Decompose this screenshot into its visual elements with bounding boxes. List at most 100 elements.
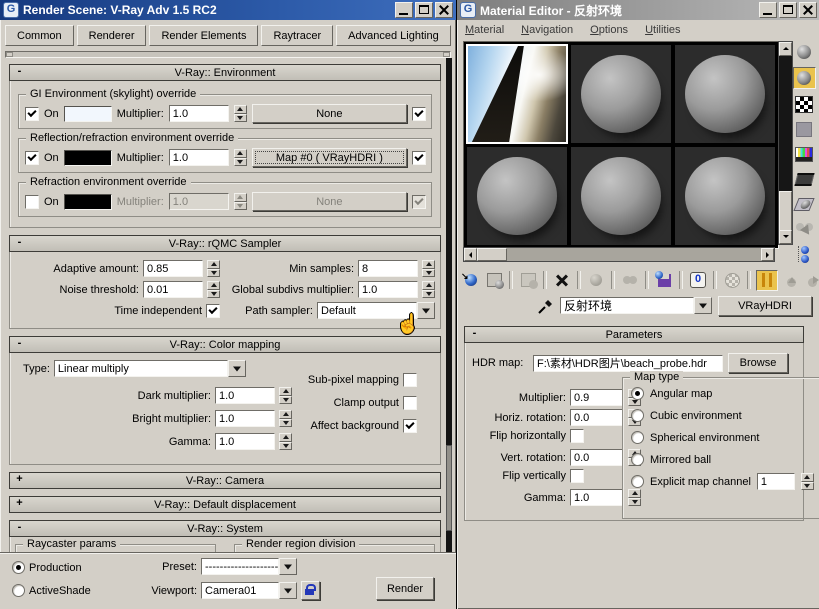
collapse-icon[interactable]: - (14, 66, 25, 77)
sample-slot[interactable] (570, 44, 672, 144)
hdr-map-path-field[interactable]: F:\素材\HDR图片\beach_probe.hdr (533, 355, 723, 372)
gi-on-checkbox[interactable] (25, 107, 39, 121)
tab-renderer[interactable]: Renderer (77, 25, 147, 46)
preset-dropdown[interactable]: ------------------------ (201, 558, 297, 575)
bright-multiplier-field[interactable]: 1.0 (215, 410, 275, 427)
bright-multiplier-spinner[interactable] (279, 410, 292, 427)
make-unique-icon[interactable] (620, 271, 640, 290)
maximize-icon[interactable] (779, 2, 797, 18)
sample-uv-tiling-icon[interactable] (794, 119, 815, 139)
make-material-copy-icon[interactable] (586, 271, 606, 290)
tab-advanced-lighting[interactable]: Advanced Lighting (336, 25, 451, 46)
gamma-spinner[interactable] (279, 433, 292, 450)
color-mapping-type-dropdown[interactable]: Linear multiply (54, 360, 246, 377)
expand-icon[interactable]: + (14, 498, 25, 509)
explicit-map-channel-radio[interactable] (631, 475, 644, 488)
material-map-navigator-icon[interactable] (794, 244, 815, 264)
material-type-button[interactable]: VRayHDRI (718, 296, 812, 316)
go-forward-to-sibling-icon[interactable] (804, 271, 819, 290)
gi-use-map-checkbox[interactable] (412, 107, 426, 121)
close-icon[interactable] (435, 2, 453, 18)
lock-icon[interactable] (301, 581, 320, 600)
refraction-map-button[interactable]: None (252, 192, 407, 211)
material-editor-titlebar[interactable]: G Material Editor - 反射环境 (457, 0, 819, 20)
map-channel-field[interactable]: 1 (757, 473, 795, 490)
material-id-channel-icon[interactable]: 0 (688, 271, 708, 290)
clamp-output-checkbox[interactable] (403, 396, 417, 410)
background-icon[interactable] (794, 94, 815, 114)
global-subdivs-field[interactable]: 1.0 (358, 281, 418, 298)
chevron-down-icon[interactable] (279, 558, 297, 575)
minimize-icon[interactable] (759, 2, 777, 18)
video-color-check-icon[interactable] (794, 144, 815, 164)
reflection-color-swatch[interactable] (64, 150, 112, 166)
chevron-down-icon[interactable] (279, 582, 297, 599)
minimize-icon[interactable] (395, 2, 413, 18)
menu-navigation[interactable]: Navigation (521, 24, 573, 36)
sample-slot[interactable] (466, 146, 568, 246)
render-scene-titlebar[interactable]: G Render Scene: V-Ray Adv 1.5 RC2 (0, 0, 456, 20)
tab-common[interactable]: Common (5, 25, 74, 46)
affect-background-checkbox[interactable] (403, 419, 417, 433)
go-to-parent-icon[interactable] (781, 271, 801, 290)
adaptive-amount-field[interactable]: 0.85 (143, 260, 203, 277)
collapse-icon[interactable]: - (14, 237, 25, 248)
chevron-down-icon[interactable] (228, 360, 246, 377)
close-icon[interactable] (799, 2, 817, 18)
select-by-material-icon[interactable] (794, 219, 815, 239)
slots-horizontal-scrollbar[interactable] (463, 247, 775, 262)
refraction-color-swatch[interactable] (64, 194, 112, 210)
path-sampler-dropdown[interactable]: Default (317, 302, 435, 319)
rollout-parameters-header[interactable]: - Parameters (464, 326, 804, 343)
hdr-multiplier-field[interactable]: 0.9 (570, 389, 624, 406)
render-button[interactable]: Render (376, 577, 434, 600)
reflection-multiplier-field[interactable]: 1.0 (169, 149, 229, 166)
backlight-icon[interactable] (793, 67, 816, 89)
sample-slot[interactable] (674, 44, 776, 144)
horizontal-scrollbar[interactable] (5, 51, 451, 58)
scrollbar-thumb[interactable] (477, 248, 507, 261)
menu-options[interactable]: Options (590, 24, 628, 36)
noise-threshold-field[interactable]: 0.01 (143, 281, 203, 298)
rollout-environment-header[interactable]: - V-Ray:: Environment (9, 64, 441, 81)
collapse-icon[interactable]: - (14, 522, 25, 533)
angular-map-radio[interactable] (631, 387, 644, 400)
vert-rotation-field[interactable]: 0.0 (570, 449, 624, 466)
activeshade-radio[interactable] (12, 584, 25, 597)
browse-button[interactable]: Browse (728, 353, 788, 373)
sample-slot[interactable] (570, 146, 672, 246)
spherical-environment-radio[interactable] (631, 431, 644, 444)
rollout-system-header[interactable]: - V-Ray:: System (9, 520, 441, 537)
gi-multiplier-spinner[interactable] (234, 105, 247, 122)
vertical-scrollbar[interactable] (446, 58, 452, 554)
chevron-down-icon[interactable] (417, 302, 435, 319)
chevron-down-icon[interactable] (694, 297, 712, 314)
material-name-dropdown[interactable]: 反射环境 (560, 297, 712, 314)
min-samples-spinner[interactable] (422, 260, 435, 277)
collapse-icon[interactable]: - (14, 338, 25, 349)
reflection-use-map-checkbox[interactable] (412, 151, 426, 165)
rollout-color-mapping-header[interactable]: - V-Ray:: Color mapping (9, 336, 441, 353)
maximize-icon[interactable] (415, 2, 433, 18)
cubic-environment-radio[interactable] (631, 409, 644, 422)
get-material-icon[interactable]: ↘ (461, 271, 481, 290)
tab-render-elements[interactable]: Render Elements (149, 25, 258, 46)
gi-multiplier-field[interactable]: 1.0 (169, 105, 229, 122)
global-subdivs-spinner[interactable] (422, 281, 435, 298)
refraction-multiplier-spinner[interactable] (234, 193, 247, 210)
expand-icon[interactable]: + (14, 474, 25, 485)
assign-material-to-selection-icon[interactable] (518, 271, 538, 290)
scrollbar-thumb[interactable] (446, 445, 452, 531)
min-samples-field[interactable]: 8 (358, 260, 418, 277)
rollout-camera-header[interactable]: + V-Ray:: Camera (9, 472, 441, 489)
menu-material[interactable]: Material (465, 24, 504, 36)
gamma-field[interactable]: 1.0 (215, 433, 275, 450)
refraction-multiplier-field[interactable]: 1.0 (169, 193, 229, 210)
show-end-result-icon[interactable] (756, 270, 778, 291)
refraction-on-checkbox[interactable] (25, 195, 39, 209)
pick-material-icon[interactable] (538, 298, 554, 314)
sub-pixel-mapping-checkbox[interactable] (403, 373, 417, 387)
show-map-in-viewport-icon[interactable] (722, 271, 742, 290)
gi-map-button[interactable]: None (252, 104, 407, 123)
noise-threshold-spinner[interactable] (207, 281, 220, 298)
